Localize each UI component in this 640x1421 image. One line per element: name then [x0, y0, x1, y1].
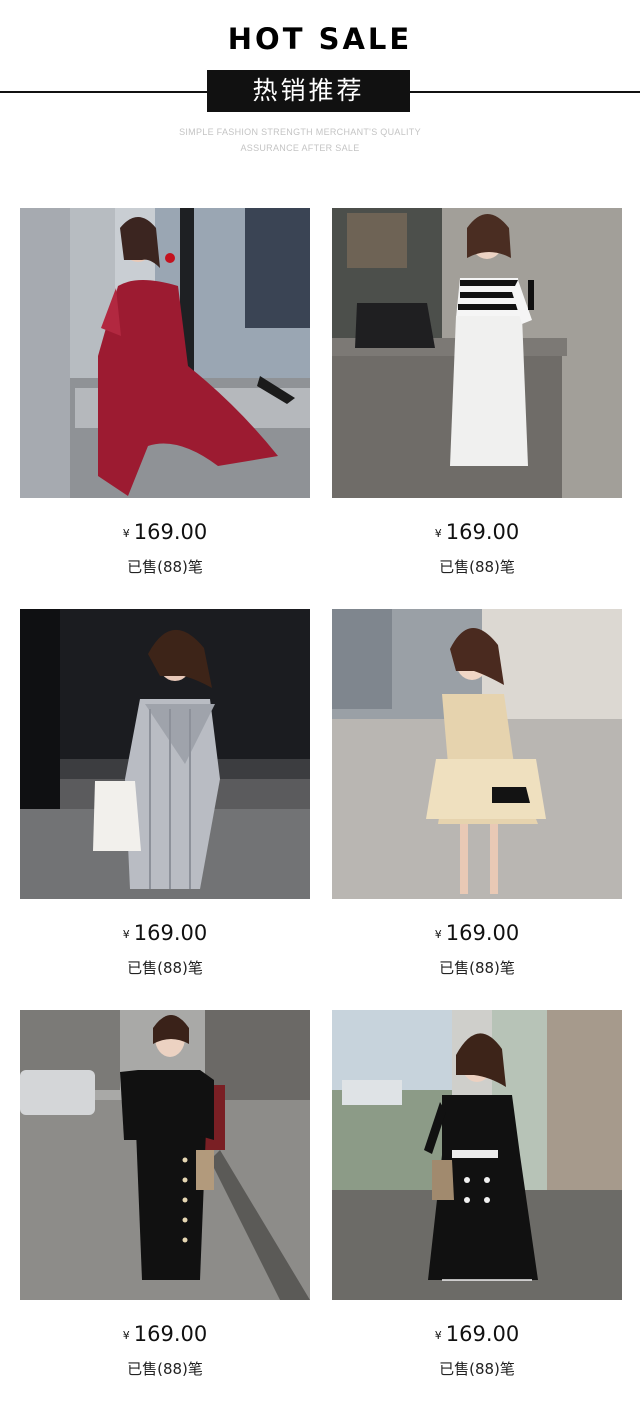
product-price: ¥169.00 [20, 921, 310, 945]
product-price: ¥169.00 [332, 921, 622, 945]
product-price: ¥169.00 [332, 520, 622, 544]
price-value: 169.00 [445, 520, 520, 544]
price-value: 169.00 [445, 921, 520, 945]
price-value: 169.00 [445, 1322, 520, 1346]
product-price: ¥169.00 [332, 1322, 622, 1346]
sold-count: 已售(88)笔 [439, 959, 515, 977]
price-value: 169.00 [133, 921, 208, 945]
price-value: 169.00 [133, 520, 208, 544]
product-image[interactable] [20, 1010, 310, 1300]
sold-count: 已售(88)笔 [439, 1360, 515, 1378]
product-price: ¥169.00 [20, 1322, 310, 1346]
currency-symbol: ¥ [122, 1329, 130, 1342]
product-price: ¥169.00 [20, 520, 310, 544]
product-image[interactable] [332, 1010, 622, 1300]
product-image[interactable] [20, 609, 310, 899]
sold-count: 已售(88)笔 [127, 558, 203, 576]
price-value: 169.00 [133, 1322, 208, 1346]
currency-symbol: ¥ [122, 928, 130, 941]
product-image[interactable] [20, 208, 310, 498]
sold-count: 已售(88)笔 [127, 1360, 203, 1378]
currency-symbol: ¥ [122, 527, 130, 540]
sold-count: 已售(88)笔 [439, 558, 515, 576]
product-image[interactable] [332, 609, 622, 899]
product-grid: ¥169.00 已售(88)笔 ¥ 169.00 已售(88)笔 ¥ 169.0… [0, 0, 640, 1421]
currency-symbol: ¥ [434, 527, 442, 540]
currency-symbol: ¥ [434, 928, 442, 941]
product-image[interactable] [332, 208, 622, 498]
currency-symbol: ¥ [434, 1329, 442, 1342]
sold-count: 已售(88)笔 [127, 959, 203, 977]
